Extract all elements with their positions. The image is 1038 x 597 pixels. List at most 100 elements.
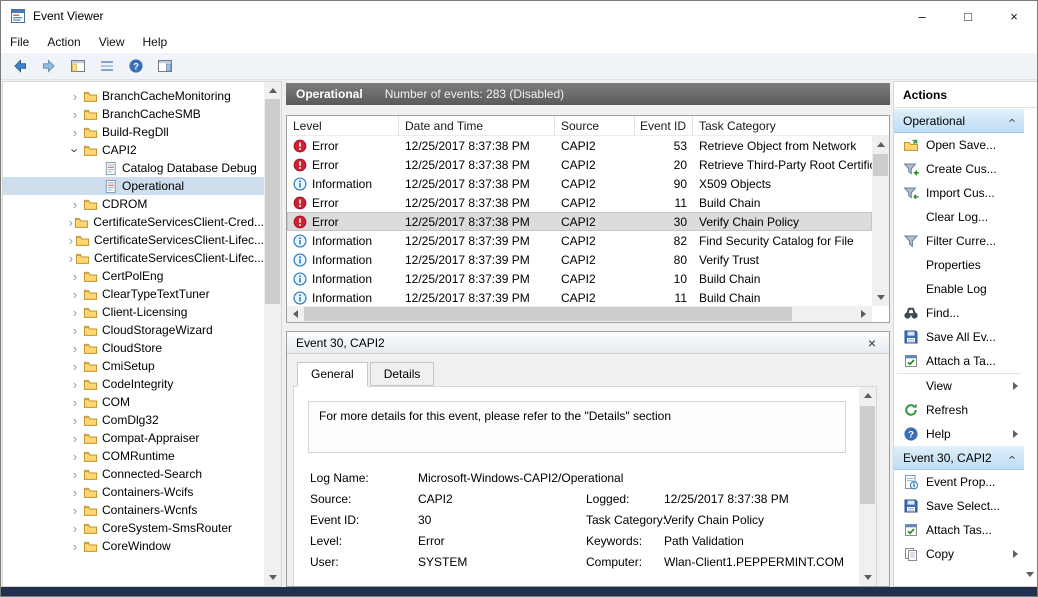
scroll-up-icon[interactable] bbox=[264, 82, 281, 99]
scroll-down-icon[interactable] bbox=[872, 289, 889, 306]
action-save-all-ev[interactable]: Save All Ev... bbox=[894, 325, 1024, 349]
action-help[interactable]: ?Help bbox=[894, 422, 1024, 446]
scroll-up-icon[interactable] bbox=[872, 136, 889, 153]
tab-details[interactable]: Details bbox=[370, 362, 435, 386]
help-button[interactable]: ? bbox=[122, 54, 149, 78]
event-row-11[interactable]: Information12/25/2017 8:37:39 PMCAPI211B… bbox=[287, 288, 872, 306]
tree-item-certificateservicesclient-lifec[interactable]: ›CertificateServicesClient-Lifec... bbox=[3, 231, 264, 249]
action-find[interactable]: Find... bbox=[894, 301, 1024, 325]
tree-item-capi2[interactable]: ›CAPI2 bbox=[3, 141, 264, 159]
tree-item-containers-wcnfs[interactable]: ›Containers-Wcnfs bbox=[3, 501, 264, 519]
action-properties[interactable]: Properties bbox=[894, 253, 1024, 277]
tree-item-catalog-database-debug[interactable]: Catalog Database Debug bbox=[3, 159, 264, 177]
action-create-cus[interactable]: Create Cus... bbox=[894, 157, 1024, 181]
tree-item-coresystem-smsrouter[interactable]: ›CoreSystem-SmsRouter bbox=[3, 519, 264, 537]
scrollbar-thumb[interactable] bbox=[304, 307, 792, 321]
action-pane-button[interactable] bbox=[151, 54, 178, 78]
scrollbar-thumb[interactable] bbox=[873, 154, 888, 176]
event-row-82[interactable]: Information12/25/2017 8:37:39 PMCAPI282F… bbox=[287, 231, 872, 250]
chevron-collapsed-icon[interactable]: › bbox=[67, 378, 83, 391]
tree-item-certificateservicesclient-cred[interactable]: ›CertificateServicesClient-Cred... bbox=[3, 213, 264, 231]
tree-item-corewindow[interactable]: ›CoreWindow bbox=[3, 537, 264, 555]
chevron-collapsed-icon[interactable]: › bbox=[67, 414, 83, 427]
menu-help[interactable]: Help bbox=[134, 31, 177, 53]
tree-item-certpoleng[interactable]: ›CertPolEng bbox=[3, 267, 264, 285]
event-row-80[interactable]: Information12/25/2017 8:37:39 PMCAPI280V… bbox=[287, 250, 872, 269]
actions-section-event-30-capi2[interactable]: Event 30, CAPI2› bbox=[894, 446, 1024, 470]
close-button[interactable]: × bbox=[991, 1, 1037, 31]
tree-item-client-licensing[interactable]: ›Client-Licensing bbox=[3, 303, 264, 321]
column-header-event-id[interactable]: Event ID bbox=[635, 116, 693, 135]
collapse-section-icon[interactable]: › bbox=[1005, 452, 1018, 464]
tree-item-branchcachemonitoring[interactable]: ›BranchCacheMonitoring bbox=[3, 87, 264, 105]
chevron-collapsed-icon[interactable]: › bbox=[67, 486, 83, 499]
scroll-down-icon[interactable] bbox=[264, 569, 281, 586]
maximize-button[interactable]: □ bbox=[945, 1, 991, 31]
action-open-save[interactable]: Open Save... bbox=[894, 133, 1024, 157]
event-row-20[interactable]: Error12/25/2017 8:37:38 PMCAPI220Retriev… bbox=[287, 155, 872, 174]
scroll-right-icon[interactable] bbox=[855, 306, 872, 322]
action-filter-curre[interactable]: Filter Curre... bbox=[894, 229, 1024, 253]
scrollbar-thumb[interactable] bbox=[265, 99, 280, 304]
chevron-collapsed-icon[interactable]: › bbox=[67, 270, 83, 283]
back-button[interactable] bbox=[6, 54, 33, 78]
tree-item-compat-appraiser[interactable]: ›Compat-Appraiser bbox=[3, 429, 264, 447]
event-list-vscrollbar[interactable] bbox=[872, 136, 889, 306]
scroll-left-icon[interactable] bbox=[287, 306, 304, 322]
chevron-collapsed-icon[interactable]: › bbox=[67, 324, 83, 337]
action-view[interactable]: View bbox=[894, 374, 1024, 398]
menu-file[interactable]: File bbox=[1, 31, 38, 53]
column-header-task-category[interactable]: Task Category bbox=[693, 116, 872, 135]
tree-item-build-regdll[interactable]: ›Build-RegDll bbox=[3, 123, 264, 141]
action-attach-tas[interactable]: Attach Tas... bbox=[894, 518, 1024, 542]
forward-button[interactable] bbox=[35, 54, 62, 78]
actions-section-operational[interactable]: Operational› bbox=[894, 109, 1024, 133]
tree-item-branchcachesmb[interactable]: ›BranchCacheSMB bbox=[3, 105, 264, 123]
column-header-level[interactable]: Level bbox=[287, 116, 399, 135]
menu-action[interactable]: Action bbox=[38, 31, 89, 53]
action-import-cus[interactable]: Import Cus... bbox=[894, 181, 1024, 205]
chevron-collapsed-icon[interactable]: › bbox=[67, 252, 75, 265]
chevron-collapsed-icon[interactable]: › bbox=[67, 396, 83, 409]
tree-item-cdrom[interactable]: ›CDROM bbox=[3, 195, 264, 213]
action-attach-a-ta[interactable]: Attach a Ta... bbox=[894, 349, 1024, 373]
chevron-collapsed-icon[interactable]: › bbox=[67, 342, 83, 355]
column-header-date-and-time[interactable]: Date and Time bbox=[399, 116, 555, 135]
event-list-hscrollbar[interactable] bbox=[287, 306, 872, 322]
column-header-source[interactable]: Source bbox=[555, 116, 635, 135]
action-copy[interactable]: Copy bbox=[894, 542, 1024, 566]
tree-item-com[interactable]: ›COM bbox=[3, 393, 264, 411]
chevron-collapsed-icon[interactable]: › bbox=[67, 108, 83, 121]
tree-item-connected-search[interactable]: ›Connected-Search bbox=[3, 465, 264, 483]
chevron-collapsed-icon[interactable]: › bbox=[67, 288, 83, 301]
event-row-53[interactable]: Error12/25/2017 8:37:38 PMCAPI253Retriev… bbox=[287, 136, 872, 155]
chevron-collapsed-icon[interactable]: › bbox=[67, 90, 83, 103]
tree-item-cleartypetexttuner[interactable]: ›ClearTypeTextTuner bbox=[3, 285, 264, 303]
tree-item-cmisetup[interactable]: ›CmiSetup bbox=[3, 357, 264, 375]
minimize-button[interactable]: – bbox=[899, 1, 945, 31]
menu-view[interactable]: View bbox=[90, 31, 134, 53]
detail-scrollbar[interactable] bbox=[859, 387, 876, 586]
event-row-30[interactable]: Error12/25/2017 8:37:38 PMCAPI230Verify … bbox=[287, 212, 872, 231]
event-row-11[interactable]: Error12/25/2017 8:37:38 PMCAPI211Build C… bbox=[287, 193, 872, 212]
chevron-collapsed-icon[interactable]: › bbox=[67, 522, 83, 535]
tree-item-codeintegrity[interactable]: ›CodeIntegrity bbox=[3, 375, 264, 393]
tree-item-containers-wcifs[interactable]: ›Containers-Wcifs bbox=[3, 483, 264, 501]
scrollbar-thumb[interactable] bbox=[860, 406, 875, 504]
chevron-collapsed-icon[interactable]: › bbox=[67, 432, 83, 445]
chevron-collapsed-icon[interactable]: › bbox=[67, 216, 74, 229]
export-list-button[interactable] bbox=[93, 54, 120, 78]
chevron-expanded-icon[interactable]: › bbox=[69, 142, 82, 158]
tree-item-cloudstore[interactable]: ›CloudStore bbox=[3, 339, 264, 357]
chevron-collapsed-icon[interactable]: › bbox=[67, 306, 83, 319]
scroll-down-icon[interactable] bbox=[1026, 572, 1034, 577]
tree-item-comruntime[interactable]: ›COMRuntime bbox=[3, 447, 264, 465]
action-enable-log[interactable]: Enable Log bbox=[894, 277, 1024, 301]
event-row-10[interactable]: Information12/25/2017 8:37:39 PMCAPI210B… bbox=[287, 269, 872, 288]
close-detail-icon[interactable]: × bbox=[864, 335, 880, 351]
chevron-collapsed-icon[interactable]: › bbox=[67, 540, 83, 553]
action-refresh[interactable]: Refresh bbox=[894, 398, 1024, 422]
tree-item-cloudstoragewizard[interactable]: ›CloudStorageWizard bbox=[3, 321, 264, 339]
chevron-collapsed-icon[interactable]: › bbox=[67, 126, 83, 139]
scroll-down-icon[interactable] bbox=[859, 569, 876, 586]
